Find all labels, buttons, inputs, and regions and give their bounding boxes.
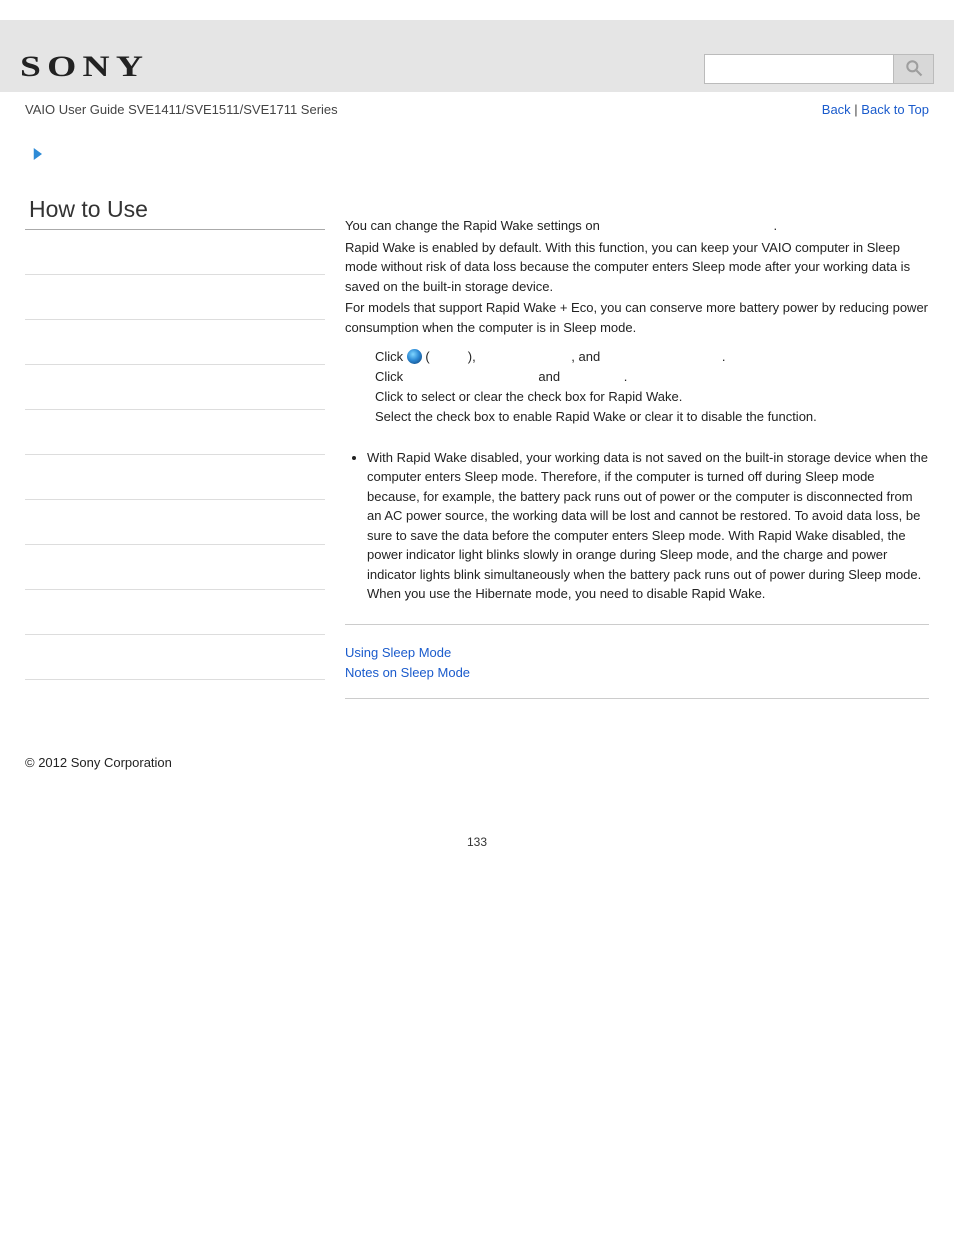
search-button[interactable] [894,54,934,84]
intro-para: Rapid Wake is enabled by default. With t… [345,238,929,297]
note-text-2: When you use the Hibernate mode, you nee… [367,586,765,601]
sub-header: VAIO User Guide SVE1411/SVE1511/SVE1711 … [0,92,954,127]
text-fragment: , and [571,349,604,364]
back-to-top-link[interactable]: Back to Top [861,102,929,117]
sidebar-item[interactable] [25,275,325,320]
divider [345,698,929,699]
sidebar-item[interactable] [25,500,325,545]
text-fragment: ( [422,349,430,364]
sidebar-item[interactable] [25,410,325,455]
sidebar: How to Use [25,196,325,717]
related-link-sleep-mode[interactable]: Using Sleep Mode [345,643,929,664]
text-fragment: . [774,218,778,233]
search-input[interactable] [704,54,894,84]
header-bar: SONY [0,20,954,92]
step-1: Click (), , and . [375,347,929,367]
note-text-1: With Rapid Wake disabled, your working d… [367,450,928,582]
related-link-notes-sleep[interactable]: Notes on Sleep Mode [345,663,929,684]
intro-para-2: For models that support Rapid Wake + Eco… [345,298,929,337]
magnifier-icon [904,58,924,81]
sidebar-item[interactable] [25,365,325,410]
sidebar-title: How to Use [25,196,325,230]
breadcrumb-chevron[interactable] [0,127,954,166]
instruction-steps: Click (), , and . Click and . Click to s… [345,347,929,428]
copyright: © 2012 Sony Corporation [0,727,954,780]
content-area: How to Use You can change the Rapid Wake… [0,166,954,727]
guide-title: VAIO User Guide SVE1411/SVE1511/SVE1711 … [25,102,338,117]
back-link[interactable]: Back [822,102,851,117]
sidebar-item[interactable] [25,320,325,365]
sidebar-item[interactable] [25,230,325,275]
nav-separator: | [851,102,862,117]
page-number: 133 [0,780,954,859]
sidebar-item[interactable] [25,635,325,680]
main-content: You can change the Rapid Wake settings o… [345,196,929,717]
related-topics: Using Sleep Mode Notes on Sleep Mode [345,643,929,685]
text-fragment: . [722,349,726,364]
step-2: Click and . [375,367,929,387]
text-fragment: and [535,369,564,384]
text-fragment: Click [375,369,407,384]
text-fragment: ), [468,349,480,364]
note-list: With Rapid Wake disabled, your working d… [349,448,929,604]
sony-logo: SONY [20,50,149,84]
sidebar-item[interactable] [25,455,325,500]
intro-line-1: You can change the Rapid Wake settings o… [345,216,929,236]
step-3: Click to select or clear the check box f… [375,387,929,407]
search-box [704,54,934,84]
text-fragment: Click [375,349,407,364]
divider [345,624,929,625]
chevron-right-icon [30,151,48,166]
sidebar-item[interactable] [25,590,325,635]
windows-start-icon [407,349,422,364]
step-4: Select the check box to enable Rapid Wak… [375,407,929,427]
sidebar-item[interactable] [25,545,325,590]
text-fragment: . [624,369,628,384]
text-fragment: You can change the Rapid Wake settings o… [345,218,604,233]
note-item: With Rapid Wake disabled, your working d… [367,448,929,604]
nav-links: Back | Back to Top [822,102,929,117]
